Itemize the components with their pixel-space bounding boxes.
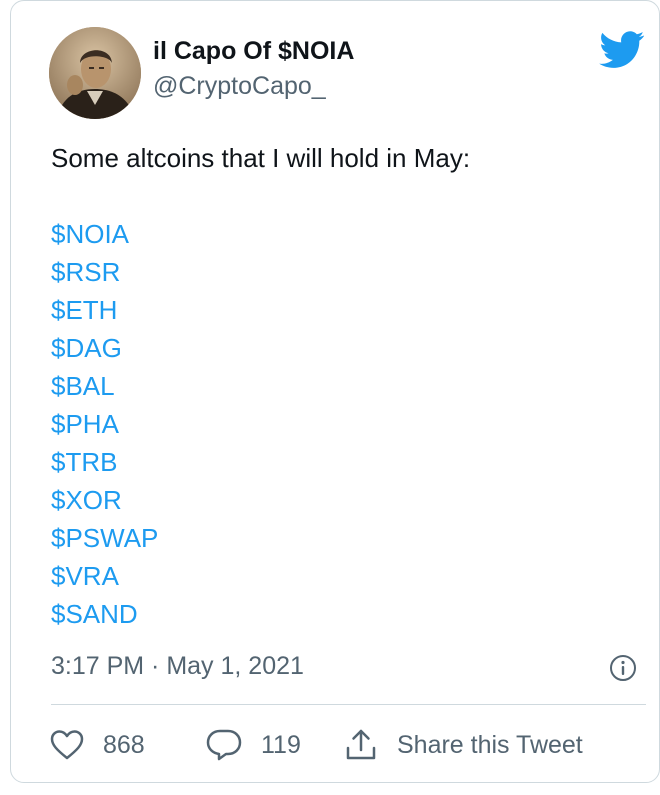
tweet-text: Some altcoins that I will hold in May: bbox=[51, 143, 471, 173]
ticker-link-sand[interactable]: $SAND bbox=[51, 595, 158, 633]
divider bbox=[51, 704, 646, 705]
reply-count: 119 bbox=[261, 730, 301, 759]
avatar[interactable] bbox=[49, 27, 141, 119]
ticker-link-noia[interactable]: $NOIA bbox=[51, 215, 158, 253]
author-display-name[interactable]: il Capo Of $NOIA bbox=[153, 35, 354, 67]
tweet-card[interactable]: il Capo Of $NOIA @CryptoCapo_ Some altco… bbox=[10, 0, 660, 783]
info-icon[interactable] bbox=[609, 654, 637, 682]
ticker-link-bal[interactable]: $BAL bbox=[51, 367, 158, 405]
reply-button[interactable]: 119 bbox=[205, 725, 301, 765]
ticker-link-vra[interactable]: $VRA bbox=[51, 557, 158, 595]
twitter-bird-icon[interactable] bbox=[599, 31, 645, 69]
like-button[interactable]: 868 bbox=[49, 725, 145, 765]
like-count: 868 bbox=[103, 730, 145, 759]
author-handle[interactable]: @CryptoCapo_ bbox=[153, 71, 354, 101]
ticker-link-dag[interactable]: $DAG bbox=[51, 329, 158, 367]
author-info[interactable]: il Capo Of $NOIA @CryptoCapo_ bbox=[153, 35, 354, 101]
reply-bubble-icon bbox=[206, 729, 242, 761]
ticker-list: $NOIA $RSR $ETH $DAG $BAL $PHA $TRB $XOR… bbox=[51, 215, 158, 633]
tweet-timestamp[interactable]: 3:17 PM · May 1, 2021 bbox=[51, 651, 304, 681]
ticker-link-trb[interactable]: $TRB bbox=[51, 443, 158, 481]
ticker-link-eth[interactable]: $ETH bbox=[51, 291, 158, 329]
avatar-image bbox=[49, 27, 141, 119]
ticker-link-pswap[interactable]: $PSWAP bbox=[51, 519, 158, 557]
ticker-link-xor[interactable]: $XOR bbox=[51, 481, 158, 519]
share-button[interactable]: Share this Tweet bbox=[343, 725, 583, 765]
ticker-link-rsr[interactable]: $RSR bbox=[51, 253, 158, 291]
share-label: Share this Tweet bbox=[397, 730, 583, 759]
heart-icon bbox=[50, 730, 84, 760]
share-arrow-icon bbox=[346, 729, 376, 760]
ticker-link-pha[interactable]: $PHA bbox=[51, 405, 158, 443]
